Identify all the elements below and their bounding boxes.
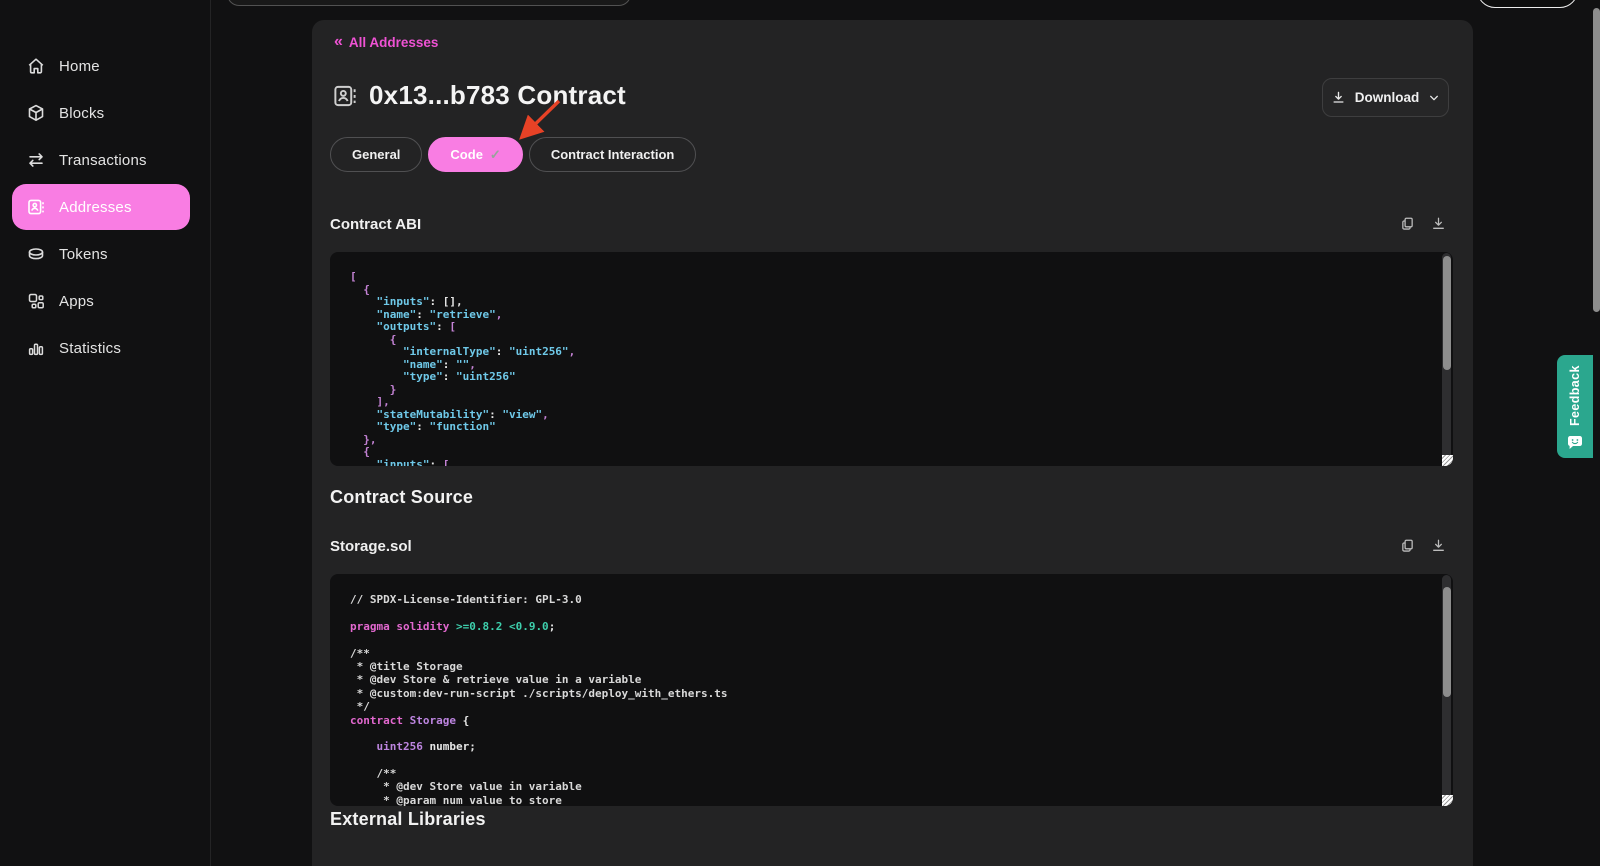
tab-label: Code xyxy=(450,147,483,162)
download-abi-icon[interactable] xyxy=(1431,216,1446,231)
abi-scrollbar-track[interactable] xyxy=(1442,253,1451,465)
tokens-icon xyxy=(26,244,46,264)
title-row: 0x13...b783 Contract xyxy=(332,80,626,111)
page-title: 0x13...b783 Contract xyxy=(369,80,626,111)
sidebar-item-transactions[interactable]: Transactions xyxy=(12,137,190,183)
sidebar-item-label: Blocks xyxy=(59,105,104,122)
sidebar-item-label: Transactions xyxy=(59,152,147,169)
download-icon xyxy=(1331,90,1346,105)
tab-label: General xyxy=(352,147,400,162)
main-content-panel: « All Addresses 0x13...b783 Contract Dow… xyxy=(312,20,1473,866)
search-bar-cutoff[interactable] xyxy=(227,0,631,6)
double-chevron-left-icon: « xyxy=(334,33,341,51)
sidebar-item-label: Apps xyxy=(59,293,94,310)
address-book-icon xyxy=(26,197,46,217)
sidebar-item-label: Statistics xyxy=(59,340,121,357)
tab-contract-interaction[interactable]: Contract Interaction xyxy=(529,137,697,172)
tab-bar: General Code ✓ Contract Interaction xyxy=(330,137,696,172)
sidebar-item-blocks[interactable]: Blocks xyxy=(12,90,190,136)
feedback-button[interactable]: Feedback xyxy=(1557,355,1593,458)
contract-abi-title: Contract ABI xyxy=(330,216,421,233)
source-scrollbar-thumb[interactable] xyxy=(1443,587,1451,697)
feedback-label: Feedback xyxy=(1557,363,1593,429)
contract-abi-code-block[interactable]: [ { "inputs": [], "name": "retrieve", "o… xyxy=(330,252,1453,466)
sidebar-item-tokens[interactable]: Tokens xyxy=(12,231,190,277)
source-file-title: Storage.sol xyxy=(330,538,412,555)
sidebar-item-addresses[interactable]: Addresses xyxy=(12,184,190,230)
statistics-icon xyxy=(26,338,46,358)
sidebar-item-label: Home xyxy=(59,58,100,75)
source-code-block[interactable]: // SPDX-License-Identifier: GPL-3.0pragm… xyxy=(330,574,1453,806)
feedback-smiley-icon xyxy=(1567,435,1583,450)
check-icon: ✓ xyxy=(490,147,501,163)
sidebar-divider xyxy=(210,0,211,866)
tab-code[interactable]: Code ✓ xyxy=(428,137,522,172)
source-resize-handle[interactable] xyxy=(1442,795,1453,806)
tab-label: Contract Interaction xyxy=(551,147,675,162)
back-to-all-addresses-link[interactable]: « All Addresses xyxy=(334,33,438,51)
copy-source-icon[interactable] xyxy=(1400,538,1415,553)
explorer-page: { "colors": { "accent_pink": "#f97de3", … xyxy=(0,0,1600,866)
external-libraries-heading: External Libraries xyxy=(330,809,486,830)
download-button[interactable]: Download xyxy=(1322,78,1449,117)
source-scrollbar-track[interactable] xyxy=(1442,575,1451,805)
sidebar-item-label: Tokens xyxy=(59,246,108,263)
abi-resize-handle[interactable] xyxy=(1442,455,1453,466)
sidebar-item-statistics[interactable]: Statistics xyxy=(12,325,190,371)
sidebar-item-home[interactable]: Home xyxy=(12,43,190,89)
chevron-down-icon xyxy=(1428,92,1440,104)
tab-general[interactable]: General xyxy=(330,137,422,172)
copy-abi-icon[interactable] xyxy=(1400,216,1415,231)
download-source-icon[interactable] xyxy=(1431,538,1446,553)
apps-icon xyxy=(26,291,46,311)
page-scrollbar-thumb[interactable] xyxy=(1593,8,1600,312)
sidebar-item-label: Addresses xyxy=(59,199,132,216)
contract-source-heading: Contract Source xyxy=(330,487,473,508)
download-button-label: Download xyxy=(1355,90,1420,105)
sidebar-item-apps[interactable]: Apps xyxy=(12,278,190,324)
abi-scrollbar-thumb[interactable] xyxy=(1443,256,1451,370)
back-link-label: All Addresses xyxy=(349,35,439,50)
blocks-icon xyxy=(26,103,46,123)
topbar-button-cutoff[interactable] xyxy=(1477,0,1578,8)
contract-address-icon xyxy=(332,83,358,109)
abi-code: [ { "inputs": [], "name": "retrieve", "o… xyxy=(330,252,1453,466)
source-code: // SPDX-License-Identifier: GPL-3.0pragm… xyxy=(330,574,1453,806)
transactions-icon xyxy=(26,150,46,170)
home-icon xyxy=(26,56,46,76)
